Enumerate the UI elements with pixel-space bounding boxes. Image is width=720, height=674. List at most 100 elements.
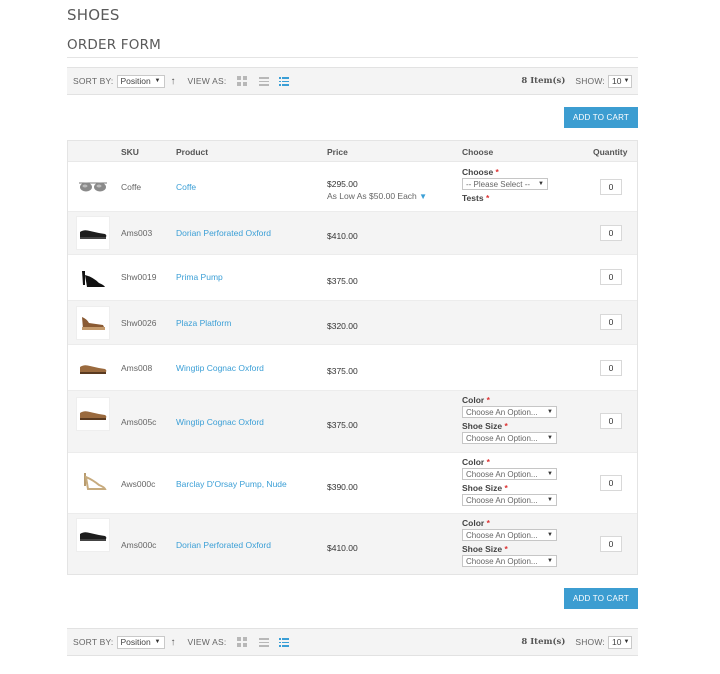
price-value: $375.00 [327,276,358,286]
quantity-input[interactable]: 0 [600,314,622,330]
sku-value: Shw0026 [121,318,157,328]
order-table: SKU Product Price Choose Quantity Coffe … [67,140,638,575]
table-header: SKU Product Price Choose Quantity [68,141,637,162]
option-label-text: Tests [462,193,484,203]
tier-price-toggle-icon[interactable]: ▼ [419,192,427,201]
quantity-input[interactable]: 0 [600,413,622,429]
order-form-view-icon[interactable] [279,637,290,647]
black-pump-image [76,261,110,295]
page-title: ORDER FORM [67,37,162,53]
product-link[interactable]: Plaza Platform [176,318,231,328]
table-row: Ams000c Dorian Perforated Oxford $410.00… [68,514,637,574]
color-select-value: Choose An Option... [466,407,538,417]
price-value: $375.00 [327,366,358,376]
price-value: $390.00 [327,482,358,492]
price-value: $295.00 [327,179,358,189]
view-label: VIEW AS: [187,76,227,86]
toolbar-top: SORT BY: Position ▼ ↑ VIEW AS: 8 Item(s) … [67,67,638,95]
black-oxford-image [76,518,110,552]
show-select[interactable]: 10 ▼ [608,74,632,88]
product-link[interactable]: Barclay D'Orsay Pump, Nude [176,479,287,489]
option-label-text: Shoe Size [462,544,503,554]
product-link[interactable]: Wingtip Cognac Oxford [176,417,264,427]
choose-select-value: -- Please Select -- [466,179,531,189]
option-label: Color * [462,395,557,406]
sort-value: Position [120,76,151,86]
required-mark: * [504,544,508,554]
table-row: Ams008 Wingtip Cognac Oxford $375.00 0 [68,345,637,391]
option-label: Tests * [462,193,548,204]
sort-direction-icon[interactable]: ↑ [171,76,176,87]
chevron-down-icon: ▼ [538,181,544,187]
option-label-text: Color [462,457,485,467]
tier-price-text: As Low As $50.00 Each [327,191,417,201]
platform-wedge-image [76,306,110,340]
column-product: Product [176,147,209,157]
title-divider [67,57,638,58]
sku-value: Ams000c [121,540,157,550]
item-count: 8 Item(s) [521,76,566,86]
nude-pump-image [76,464,110,498]
item-count: 8 Item(s) [521,637,566,647]
price-cell: $295.00 As Low As $50.00 Each ▼ [327,179,427,201]
sort-select[interactable]: Position ▼ [116,74,165,88]
grid-view-icon[interactable] [237,76,248,86]
option-label: Choose * [462,167,548,178]
table-row: Shw0019 Prima Pump $375.00 0 [68,255,637,301]
chevron-down-icon: ▼ [547,435,553,441]
add-to-cart-button[interactable]: ADD TO CART [564,588,638,609]
chevron-down-icon: ▼ [623,78,630,84]
shoe-size-select-value: Choose An Option... [466,495,538,505]
quantity-input[interactable]: 0 [600,536,622,552]
table-row: Ams003 Dorian Perforated Oxford $410.00 … [68,212,637,255]
quantity-input[interactable]: 0 [600,475,622,491]
list-view-icon[interactable] [259,637,270,647]
list-view-icon[interactable] [259,76,270,86]
quantity-input[interactable]: 0 [600,225,622,241]
column-quantity: Quantity [593,147,628,157]
grid-view-icon[interactable] [237,637,248,647]
option-label-text: Color [462,395,485,405]
sort-label: SORT BY: [73,637,114,647]
chevron-down-icon: ▼ [547,471,553,477]
sunglasses-image [76,170,110,204]
sku-value: Aws000c [121,479,156,489]
option-label-text: Shoe Size [462,421,503,431]
required-mark: * [485,193,490,203]
color-select[interactable]: Choose An Option... ▼ [462,529,557,541]
product-link[interactable]: Dorian Perforated Oxford [176,540,271,550]
color-select[interactable]: Choose An Option... ▼ [462,468,557,480]
show-value: 10 [612,76,622,86]
category-title: SHOES [67,6,120,24]
chevron-down-icon: ▼ [547,532,553,538]
product-link[interactable]: Coffe [176,182,196,192]
add-to-cart-button[interactable]: ADD TO CART [564,107,638,128]
brown-wingtip-image [76,397,110,431]
brown-wingtip-image [76,351,110,385]
sku-value: Ams005c [121,417,157,427]
sort-select[interactable]: Position ▼ [116,635,165,649]
quantity-input[interactable]: 0 [600,360,622,376]
product-link[interactable]: Prima Pump [176,272,223,282]
show-select[interactable]: 10 ▼ [608,635,632,649]
order-form-view-icon[interactable] [279,76,290,86]
option-label: Color * [462,518,557,529]
required-mark: * [504,483,508,493]
table-row: Ams005c Wingtip Cognac Oxford $375.00 Co… [68,391,637,453]
shoe-size-select[interactable]: Choose An Option... ▼ [462,432,557,444]
color-select[interactable]: Choose An Option... ▼ [462,406,557,418]
view-label: VIEW AS: [187,637,227,647]
quantity-input[interactable]: 0 [600,179,622,195]
tier-price-note: As Low As $50.00 Each ▼ [327,191,427,201]
choose-select[interactable]: -- Please Select -- ▼ [462,178,548,190]
required-mark: * [486,395,490,405]
shoe-size-select[interactable]: Choose An Option... ▼ [462,555,557,567]
quantity-input[interactable]: 0 [600,269,622,285]
sort-direction-icon[interactable]: ↑ [171,637,176,648]
shoe-size-select-value: Choose An Option... [466,556,538,566]
product-link[interactable]: Wingtip Cognac Oxford [176,363,264,373]
shoe-size-select[interactable]: Choose An Option... ▼ [462,494,557,506]
sku-value: Shw0019 [121,272,157,282]
sort-label: SORT BY: [73,76,114,86]
product-link[interactable]: Dorian Perforated Oxford [176,228,271,238]
